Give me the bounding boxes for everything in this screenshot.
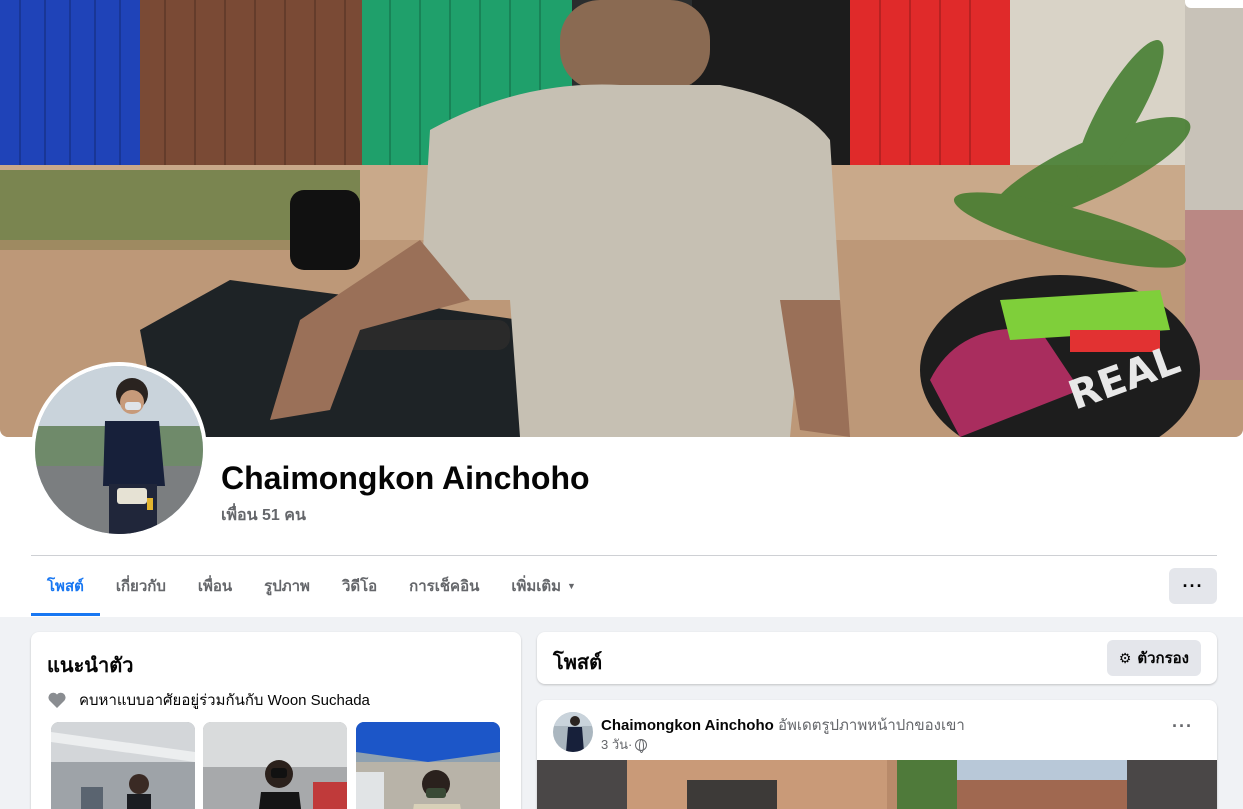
friends-count[interactable]: เพื่อน 51 คน	[221, 503, 306, 528]
tab-posts-label: โพสต์	[47, 578, 84, 595]
relationship-row: คบหาแบบอาศัยอยู่ร่วมกันกับ Woon Suchada	[47, 688, 370, 712]
tab-about[interactable]: เกี่ยวกับ	[100, 556, 182, 616]
intro-photo-1[interactable]	[51, 722, 195, 809]
profile-name: Chaimongkon Ainchoho	[221, 460, 590, 496]
heart-icon	[48, 692, 66, 708]
more-dots-icon: ···	[1172, 716, 1193, 736]
globe-icon[interactable]	[635, 738, 648, 753]
post-meta: 3 วัน ·	[601, 734, 648, 755]
tab-more[interactable]: เพิ่มเติม ▼	[495, 556, 592, 616]
tab-videos-label: วิดีโอ	[341, 578, 378, 595]
filter-label: ตัวกรอง	[1137, 650, 1189, 667]
profile-tabs: โพสต์ เกี่ยวกับ เพื่อน รูปภาพ วิดีโอ การ…	[31, 556, 592, 616]
post-author-avatar[interactable]	[553, 712, 593, 752]
filter-icon: ⚙	[1118, 649, 1132, 666]
post-image[interactable]	[537, 760, 1217, 809]
more-dots-icon: ···	[1182, 575, 1204, 596]
tab-checkins-label: การเช็คอิน	[409, 578, 480, 595]
relationship-text: คบหาแบบอาศัยอยู่ร่วมกันกับ Woon Suchada	[79, 692, 370, 709]
post-timestamp[interactable]: 3 วัน	[601, 734, 628, 755]
tab-photos[interactable]: รูปภาพ	[248, 556, 326, 616]
profile-more-button[interactable]: ···	[1169, 568, 1217, 604]
tab-friends-label: เพื่อน	[197, 578, 233, 595]
post-action-text: อัพเดตรูปภาพหน้าปกของเขา	[777, 717, 965, 734]
tab-friends[interactable]: เพื่อน	[182, 556, 248, 616]
posts-header-card: โพสต์ ⚙ ตัวกรอง	[537, 632, 1217, 684]
intro-title: แนะนำตัว	[47, 655, 134, 677]
post-card: Chaimongkon Ainchoho อัพเดตรูปภาพหน้าปกข…	[537, 700, 1217, 809]
post-more-button[interactable]: ···	[1172, 716, 1193, 737]
profile-avatar[interactable]	[31, 362, 207, 538]
meta-separator: ·	[628, 737, 633, 752]
tab-videos[interactable]: วิดีโอ	[326, 556, 393, 616]
tab-more-label: เพิ่มเติม	[511, 578, 562, 595]
intro-photo-2[interactable]	[203, 722, 347, 809]
post-header-line: Chaimongkon Ainchoho อัพเดตรูปภาพหน้าปกข…	[601, 713, 965, 737]
tab-photos-label: รูปภาพ	[264, 578, 310, 595]
posts-title: โพสต์	[553, 652, 603, 674]
intro-card: แนะนำตัว คบหาแบบอาศัยอยู่ร่วมกันกับ Woon…	[31, 632, 521, 809]
post-author-name[interactable]: Chaimongkon Ainchoho	[601, 717, 774, 734]
intro-photo-3[interactable]	[356, 722, 500, 809]
cover-photo[interactable]: REAL	[0, 0, 1243, 437]
tab-checkins[interactable]: การเช็คอิน	[393, 556, 495, 616]
tab-posts[interactable]: โพสต์	[31, 556, 100, 616]
tab-about-label: เกี่ยวกับ	[115, 578, 166, 595]
caret-down-icon: ▼	[567, 581, 576, 591]
filter-button[interactable]: ⚙ ตัวกรอง	[1106, 640, 1201, 676]
